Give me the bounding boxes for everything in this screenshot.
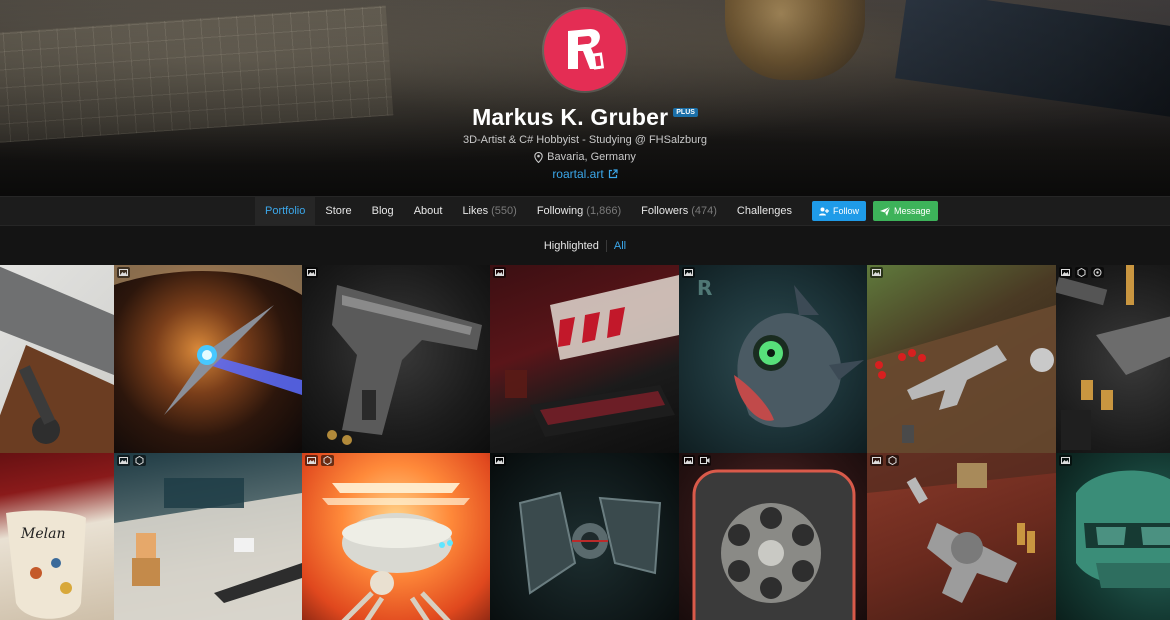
website-text[interactable]: roartal.art [552, 167, 603, 181]
3d-icon [1075, 267, 1088, 278]
artwork-rifle-bolt [0, 266, 114, 453]
tab-blog[interactable]: Blog [362, 197, 404, 225]
artwork-decorated-cup: Melan [6, 510, 86, 619]
location-text: Bavaria, Germany [547, 151, 636, 163]
3d-icon [133, 455, 146, 466]
3d-icon [321, 455, 334, 466]
artwork-lego-figure [114, 478, 302, 620]
avatar[interactable] [544, 9, 626, 91]
external-link-icon [608, 169, 618, 179]
plus-badge: PLUS [673, 108, 698, 117]
profile-website-link[interactable]: roartal.art [0, 167, 1170, 181]
artwork-tile[interactable]: R [679, 265, 867, 453]
artwork-fish-creature: R [697, 276, 864, 428]
artwork-tile[interactable] [867, 453, 1056, 620]
profile-name: Markus K. Gruber [472, 104, 669, 130]
follow-button[interactable]: Follow [811, 201, 866, 221]
svg-text:Melan: Melan [20, 526, 65, 542]
artwork-revolver-cylinder-phone [692, 469, 856, 620]
profile-location: Bavaria, Germany [0, 151, 1170, 163]
portfolio-grid: R Melan [0, 265, 1170, 620]
image-icon [117, 455, 130, 466]
artwork-tile[interactable] [114, 453, 302, 620]
artwork-green-mask [1076, 470, 1170, 588]
tab-store[interactable]: Store [315, 197, 361, 225]
following-count: (1,866) [586, 205, 622, 217]
image-icon [493, 455, 506, 466]
image-icon [870, 267, 883, 278]
logo-icon [568, 29, 605, 70]
artwork-tie-fighter [518, 491, 662, 595]
followers-count: (474) [691, 205, 717, 217]
svg-text:R: R [697, 276, 712, 300]
artwork-tile[interactable] [302, 453, 490, 620]
tab-followers[interactable]: Followers (474) [631, 197, 727, 225]
profile-tagline: 3D-Artist & C# Hobbyist - Studying @ FHS… [462, 134, 708, 146]
artwork-pistol [327, 285, 482, 445]
artwork-tile[interactable] [1056, 265, 1170, 453]
tab-portfolio[interactable]: Portfolio [255, 197, 316, 225]
tab-about[interactable]: About [404, 197, 453, 225]
image-icon [682, 455, 695, 466]
artwork-hover-robot [322, 483, 470, 620]
image-icon [305, 455, 318, 466]
artwork-tile[interactable] [114, 265, 302, 453]
3d-icon [886, 455, 899, 466]
filter-highlighted[interactable]: Highlighted [544, 240, 599, 252]
artwork-tile[interactable] [0, 265, 114, 453]
artwork-ammo-and-gun [1056, 265, 1170, 450]
image-icon [1059, 267, 1072, 278]
location-pin-icon [534, 151, 543, 163]
paper-plane-icon [879, 206, 890, 216]
filter-all[interactable]: All [614, 240, 626, 252]
profile-name-row: Markus K. Gruber PLUS [0, 104, 1170, 131]
profile-nav: Portfolio Store Blog About Likes (550) F… [0, 196, 1170, 226]
target-icon [1091, 267, 1104, 278]
image-icon [305, 267, 318, 278]
image-icon [493, 267, 506, 278]
artwork-tile[interactable] [679, 453, 867, 620]
artwork-spaceship [114, 265, 302, 415]
portfolio-filter: Highlighted All [0, 226, 1170, 265]
image-icon [117, 267, 130, 278]
artwork-tile[interactable]: Melan [0, 453, 114, 620]
artwork-tile[interactable] [302, 265, 490, 453]
add-user-icon [818, 207, 829, 215]
artwork-tile[interactable] [490, 265, 679, 453]
likes-count: (550) [491, 205, 517, 217]
image-icon [682, 267, 695, 278]
artwork-gaming-desk [505, 275, 679, 437]
image-icon [870, 455, 883, 466]
artwork-pistol-on-wood [867, 305, 1056, 453]
tab-following[interactable]: Following (1,866) [527, 197, 631, 225]
image-icon [1059, 455, 1072, 466]
video-icon [698, 455, 711, 466]
artwork-revolver-on-table [867, 453, 1056, 603]
tab-challenges[interactable]: Challenges [727, 197, 802, 225]
filter-divider [605, 239, 607, 252]
message-button[interactable]: Message [872, 201, 938, 221]
artwork-tile[interactable] [867, 265, 1056, 453]
artwork-tile[interactable] [1056, 453, 1170, 620]
artwork-tile[interactable] [490, 453, 679, 620]
tab-likes[interactable]: Likes (550) [452, 197, 526, 225]
